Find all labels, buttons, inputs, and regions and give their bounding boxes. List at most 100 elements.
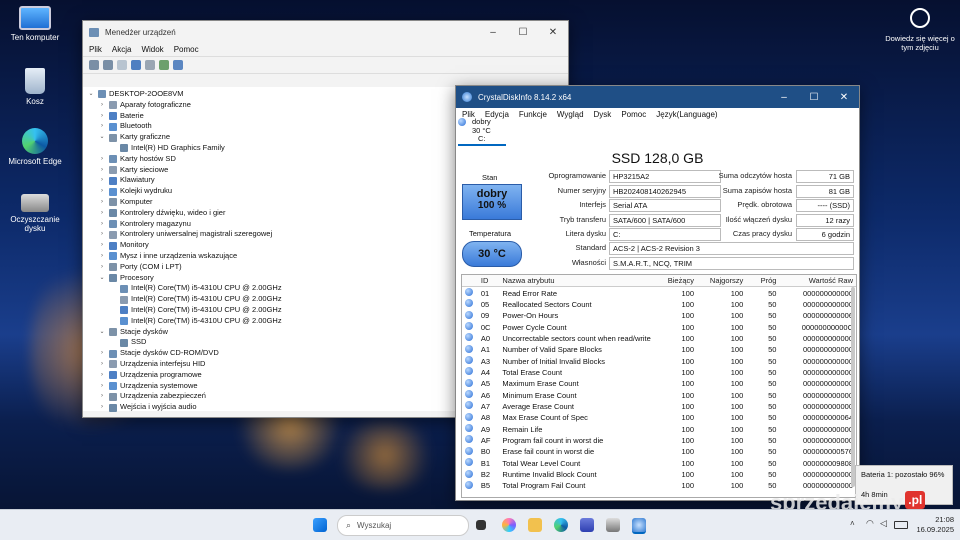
file-explorer-icon[interactable] (528, 518, 542, 532)
table-row[interactable]: A7 Average Erase Count 100 100 50 00000000000… (462, 401, 856, 412)
chevron-right-icon[interactable]: › (98, 370, 106, 381)
table-row[interactable]: 0C Power Cycle Count 100 100 50 00000000000C (462, 321, 856, 332)
health-dot-icon (465, 288, 473, 297)
close-button[interactable]: ✕ (538, 21, 568, 43)
chevron-down-icon[interactable]: ⌄ (98, 327, 106, 338)
task-view-icon[interactable] (476, 520, 486, 530)
column-header[interactable]: ID (477, 275, 500, 288)
crystaldiskinfo-taskbar-icon[interactable] (632, 518, 646, 534)
chevron-right-icon[interactable]: › (98, 391, 106, 402)
desktop-icon-edge[interactable]: Microsoft Edge (0, 128, 70, 166)
table-row[interactable]: 09 Power-On Hours 100 100 50 000000000006 (462, 310, 856, 321)
back-icon[interactable] (89, 60, 99, 70)
chevron-right-icon[interactable]: › (98, 197, 106, 208)
table-row[interactable]: AF Program fail count in worst die 100 100 5… (462, 435, 856, 446)
desktop-icon-this-pc[interactable]: Ten komputer (0, 6, 70, 42)
chevron-right-icon[interactable]: › (98, 251, 106, 262)
store-icon[interactable] (580, 518, 594, 532)
column-header[interactable]: Nazwa atrybutu (499, 275, 654, 288)
chevron-down-icon[interactable]: ⌄ (98, 273, 106, 284)
table-row[interactable]: A1 Number of Valid Spare Blocks 100 100 50 00… (462, 344, 856, 355)
crystaldiskinfo-titlebar[interactable]: CrystalDiskInfo 8.14.2 x64 – ☐ ✕ (456, 86, 859, 108)
table-cell: 01 (480, 288, 490, 298)
menu-functions[interactable]: Funkcje (519, 110, 547, 119)
table-row[interactable]: B0 Erase fail count in worst die 100 100 50 0… (462, 446, 856, 457)
learn-more-widget[interactable]: Dowiedz się więcej o tym zdjęciu (880, 8, 960, 52)
chevron-right-icon[interactable]: › (98, 121, 106, 132)
menu-file[interactable]: Plik (89, 45, 102, 54)
chevron-right-icon[interactable]: › (98, 240, 106, 251)
chevron-right-icon[interactable]: › (98, 348, 106, 359)
table-row[interactable]: A4 Total Erase Count 100 100 50 000000000000 (462, 367, 856, 378)
table-row[interactable]: B2 Runtime Invalid Block Count 100 100 50 000… (462, 469, 856, 480)
forward-icon[interactable] (103, 60, 113, 70)
menu-help[interactable]: Pomoc (621, 110, 646, 119)
drive-tab[interactable]: dobry 30 °C C: (458, 117, 506, 146)
chevron-right-icon[interactable]: › (98, 219, 106, 230)
close-button[interactable]: ✕ (829, 86, 859, 108)
chevron-right-icon[interactable]: › (98, 208, 106, 219)
menu-disk[interactable]: Dysk (594, 110, 612, 119)
minimize-button[interactable]: – (478, 21, 508, 43)
chevron-right-icon[interactable]: › (98, 402, 106, 413)
desktop-icon-disk-cleanup[interactable]: Oczyszczanie dysku (0, 194, 70, 233)
monitor-icon[interactable] (173, 60, 183, 70)
maximize-button[interactable]: ☐ (799, 86, 829, 108)
table-row[interactable]: 01 Read Error Rate 100 100 50 000000000000 (462, 287, 856, 299)
disk-cleanup-icon[interactable] (606, 518, 620, 532)
desktop-icon-recycle-bin[interactable]: Kosz (0, 68, 70, 106)
table-row[interactable]: A5 Maximum Erase Count 100 100 50 00000000000… (462, 378, 856, 389)
help-icon[interactable] (131, 60, 141, 70)
chevron-right-icon[interactable]: › (98, 262, 106, 273)
device-manager-titlebar[interactable]: Menedżer urządzeń – ☐ ✕ (83, 21, 568, 43)
copilot-icon[interactable] (502, 518, 516, 532)
clock[interactable]: 21:08 16.09.2025 (906, 515, 954, 535)
chevron-right-icon[interactable]: › (98, 229, 106, 240)
menu-language[interactable]: Język(Language) (656, 110, 717, 119)
menu-bar: Plik Akcja Widok Pomoc (83, 43, 568, 56)
menu-help[interactable]: Pomoc (174, 45, 199, 54)
minimize-button[interactable]: – (769, 86, 799, 108)
column-header[interactable]: Próg (746, 275, 780, 288)
tree-item-label: SSD (131, 337, 147, 347)
health-dot-icon (465, 333, 473, 342)
driver-icon[interactable] (145, 60, 155, 70)
edge-icon[interactable] (554, 518, 568, 532)
chevron-right-icon[interactable]: › (98, 186, 106, 197)
table-row[interactable]: A3 Number of Initial Invalid Blocks 100 100… (462, 355, 856, 366)
chevron-right-icon[interactable]: › (98, 381, 106, 392)
chevron-right-icon[interactable]: › (98, 165, 106, 176)
table-row[interactable]: A9 Remain Life 100 100 50 000000000000 (462, 423, 856, 434)
properties-icon[interactable] (117, 60, 127, 70)
menu-action[interactable]: Akcja (112, 45, 132, 54)
temperature-badge[interactable]: 30 °C (462, 241, 522, 267)
table-row[interactable]: A0 Uncorrectable sectors count when read/… (462, 333, 856, 344)
chevron-right-icon[interactable]: › (98, 111, 106, 122)
search-box[interactable]: ⌕ Wyszukaj (337, 515, 469, 536)
menu-appearance[interactable]: Wygląd (557, 110, 584, 119)
show-hidden-icons[interactable]: ˄ (850, 519, 855, 528)
table-row[interactable]: 05 Reallocated Sectors Count 100 100 50 00000… (462, 299, 856, 310)
chevron-right-icon[interactable]: › (98, 175, 106, 186)
column-header[interactable]: Najgorszy (697, 275, 747, 288)
health-status-badge[interactable]: dobry 100 % (462, 184, 522, 220)
table-row[interactable]: B1 Total Wear Level Count 100 100 50 00000000… (462, 458, 856, 469)
column-header[interactable]: Bieżący (653, 275, 697, 288)
maximize-button[interactable]: ☐ (508, 21, 538, 43)
scan-hardware-icon[interactable] (159, 60, 169, 70)
chevron-right-icon[interactable]: › (98, 154, 106, 165)
chevron-right-icon[interactable]: › (98, 359, 106, 370)
column-header[interactable]: Wartość Raw (779, 275, 856, 288)
start-button[interactable] (313, 518, 327, 532)
vertical-scrollbar[interactable] (851, 287, 855, 487)
menu-view[interactable]: Widok (141, 45, 163, 54)
table-row[interactable]: A6 Minimum Erase Count 100 100 50 00000000000… (462, 389, 856, 400)
column-header[interactable] (462, 275, 478, 288)
wifi-icon[interactable]: ◠ (866, 518, 874, 529)
chevron-down-icon[interactable]: ⌄ (87, 89, 95, 100)
table-cell: A5 (480, 379, 491, 389)
volume-icon[interactable]: ◁ (880, 518, 887, 529)
chevron-right-icon[interactable]: › (98, 100, 106, 111)
chevron-down-icon[interactable]: ⌄ (98, 132, 106, 143)
table-row[interactable]: A8 Max Erase Count of Spec 100 100 50 0000000… (462, 412, 856, 423)
